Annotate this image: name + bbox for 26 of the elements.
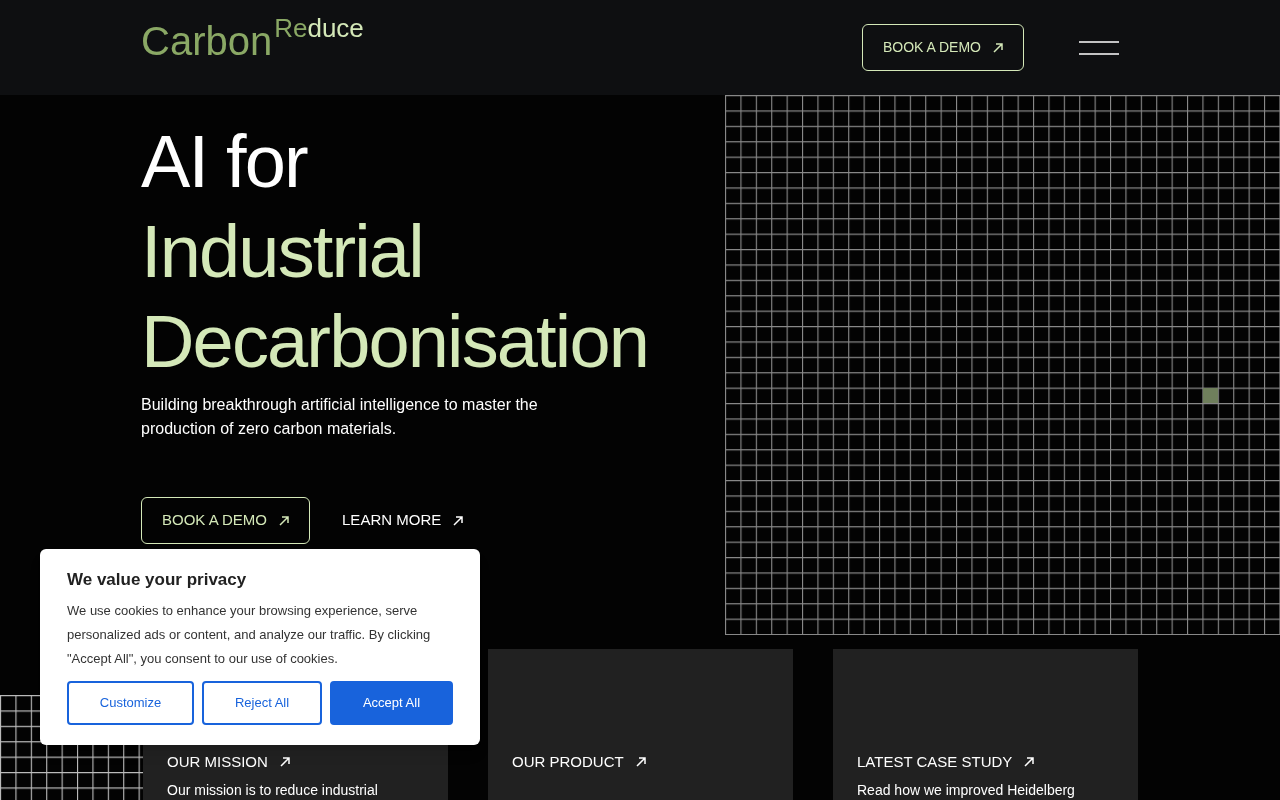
arrow-icon <box>1024 757 1035 768</box>
customize-button[interactable]: Customize <box>67 680 194 725</box>
reject-button[interactable]: Reject All <box>202 680 322 725</box>
hero-title: AI for <box>141 119 309 205</box>
book-demo-button[interactable]: BOOK A DEMO <box>141 497 311 544</box>
arrow-icon <box>635 757 646 768</box>
cookie-text: We use cookies to enhance your browsing experience, serve personalized ads or content, and analyze our traffic. By clicking "Accept All", you consent to our use of cookies. <box>67 601 432 668</box>
learn-more-link[interactable]: LEARN MORE <box>342 497 464 544</box>
hero-title-accent: Decarbonisation <box>141 299 650 385</box>
arrow-icon <box>993 42 1003 53</box>
logo-text[interactable]: Carbon <box>141 20 273 61</box>
card-text: Our mission is to reduce industrial <box>167 781 379 800</box>
card-link[interactable]: LATEST CASE STUDY <box>857 751 1035 774</box>
book-demo-button[interactable]: BOOK A DEMO <box>861 24 1024 71</box>
logo-superscript: Reduce <box>274 14 364 41</box>
card-link[interactable]: OUR PRODUCT <box>512 751 646 774</box>
card-link[interactable]: OUR MISSION <box>167 751 290 774</box>
card-text: Read how we improved Heidelberg <box>857 781 1076 800</box>
cookie-title: We value your privacy <box>67 569 248 591</box>
arrow-icon <box>453 515 464 526</box>
hero-subtitle: Building breakthrough artificial intelligence to master the production of zero carbon materials. <box>141 395 539 439</box>
menu-icon[interactable] <box>1079 40 1119 55</box>
arrow-icon <box>279 757 290 768</box>
hero-title-accent: Industrial <box>141 209 424 295</box>
arrow-icon <box>279 515 290 526</box>
accept-button[interactable]: Accept All <box>330 680 453 725</box>
